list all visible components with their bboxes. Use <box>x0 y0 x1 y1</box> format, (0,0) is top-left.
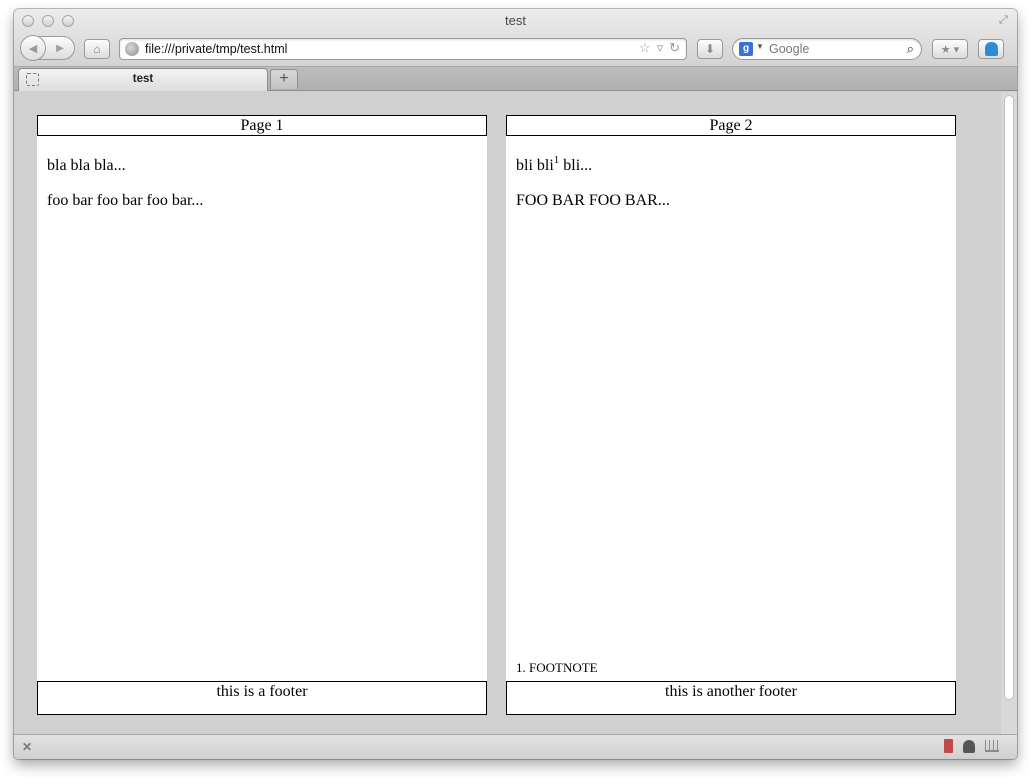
paragraph: FOO BAR FOO BAR... <box>516 192 670 209</box>
paragraph-text: bli bli <box>516 157 554 174</box>
page-header: Page 1 <box>37 115 487 136</box>
page-body: bli bli1 bli... FOO BAR FOO BAR... <box>516 154 670 226</box>
window-title: test <box>505 13 526 28</box>
home-icon: ⌂ <box>93 42 101 56</box>
google-icon[interactable]: g <box>739 42 753 56</box>
footnote-reference[interactable]: 1 <box>554 154 560 166</box>
forward-arrow-icon: ▶ <box>56 42 64 54</box>
addon-button[interactable] <box>978 39 1004 59</box>
back-button[interactable]: ◀ <box>20 35 46 61</box>
url-bar[interactable]: file:///private/tmp/test.html ☆ ▿ ↻ <box>119 38 687 60</box>
chevron-down-icon: ▾ <box>953 43 960 56</box>
magnifier-icon[interactable]: ⌕ <box>907 41 914 57</box>
page-footer: this is another footer <box>506 681 956 715</box>
skull-icon[interactable] <box>963 739 975 753</box>
reload-icon[interactable]: ↻ <box>669 40 680 56</box>
globe-icon <box>125 42 139 56</box>
star-icon[interactable]: ☆ <box>639 40 651 56</box>
back-forward-buttons: ◀ ▶ <box>20 35 75 61</box>
new-tab-button[interactable]: + <box>270 69 298 89</box>
tab-label: test <box>132 73 154 85</box>
vertical-scrollbar[interactable] <box>1001 92 1017 734</box>
title-and-toolbar: test ⤢ ◀ ▶ ⌂ file:///private/tmp/test.ht… <box>14 9 1017 67</box>
status-bar: ✕ <box>14 734 1017 759</box>
chevron-down-icon[interactable]: ▼ <box>756 42 764 51</box>
plus-icon: + <box>279 70 289 87</box>
page-body: bla bla bla... foo bar foo bar foo bar..… <box>47 156 203 226</box>
search-input[interactable]: Google <box>769 42 809 56</box>
url-text[interactable]: file:///private/tmp/test.html <box>145 42 287 56</box>
footnote: 1. FOOTNOTE <box>516 660 598 675</box>
back-arrow-icon: ◀ <box>28 42 38 55</box>
fullscreen-icon[interactable]: ⤢ <box>999 14 1011 26</box>
page-header: Page 2 <box>506 115 956 136</box>
bookmark-star-icon: ★ <box>940 43 951 56</box>
page-1: Page 1 bla bla bla... foo bar foo bar fo… <box>37 115 487 715</box>
paragraph: foo bar foo bar foo bar... <box>47 192 204 209</box>
tab-test[interactable]: test <box>18 68 268 91</box>
page-viewport: Page 1 bla bla bla... foo bar foo bar fo… <box>14 92 1001 734</box>
search-bar[interactable]: g ▼ Google ⌕ <box>732 38 922 60</box>
ghost-icon <box>984 42 998 56</box>
paragraph: bli bli1 bli... <box>516 154 670 175</box>
bookmarks-button[interactable]: ★ ▾ <box>932 39 968 59</box>
page-footer: this is a footer <box>37 681 487 715</box>
paragraph: bla bla bla... <box>47 157 126 174</box>
book-icon[interactable] <box>944 739 953 753</box>
paragraph-text: bli... <box>559 157 593 174</box>
page-2: Page 2 bli bli1 bli... FOO BAR FOO BAR..… <box>506 115 956 715</box>
browser-window: test ⤢ ◀ ▶ ⌂ file:///private/tmp/test.ht… <box>14 9 1017 759</box>
bars-icon[interactable] <box>985 740 999 752</box>
close-icon[interactable]: ✕ <box>22 740 32 754</box>
dropdown-icon[interactable]: ▿ <box>657 40 664 56</box>
tab-strip: test + <box>14 67 1017 91</box>
scrollbar-thumb[interactable] <box>1005 96 1013 699</box>
url-bar-actions: ☆ ▿ ↻ <box>639 40 680 56</box>
forward-button[interactable]: ▶ <box>46 43 74 54</box>
download-button[interactable]: ⬇ <box>697 39 723 59</box>
home-button[interactable]: ⌂ <box>84 39 110 59</box>
download-icon: ⬇ <box>704 42 716 56</box>
status-addon-icons <box>944 739 999 753</box>
